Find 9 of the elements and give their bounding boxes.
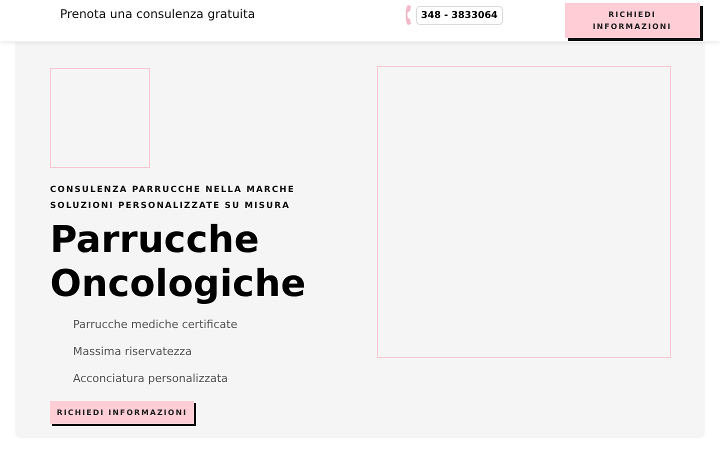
kicker-text: CONSULENZA PARRUCCHE NELLA MARCHE	[50, 184, 295, 197]
hero-title: Parrucche	[50, 218, 260, 262]
hero-title: Oncologiche	[50, 262, 306, 306]
feature-item: Acconciatura personalizzata	[73, 371, 229, 387]
feature-item: Massima riservatezza	[73, 344, 193, 360]
phone-number[interactable]: 348 - 3833064	[416, 6, 503, 24]
feature-item: Parrucche mediche certificate	[73, 317, 238, 333]
tagline: Prenota una consulenza gratuita	[60, 7, 256, 21]
kicker-text: SOLUZIONI PERSONALIZZATE SU MISURA	[50, 200, 292, 213]
